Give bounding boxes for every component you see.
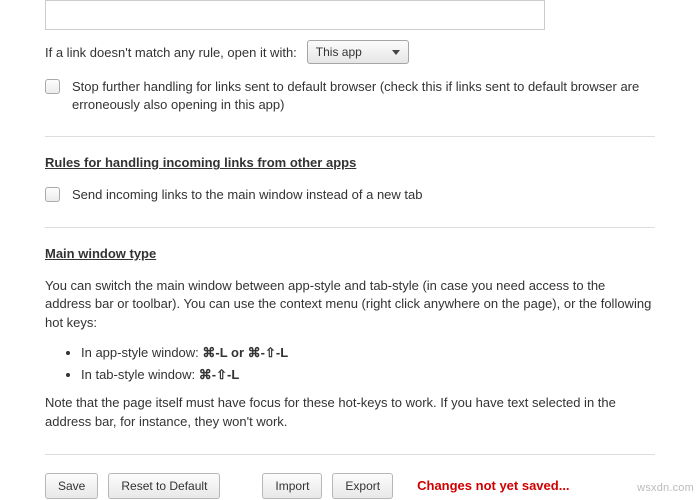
send-main-label: Send incoming links to the main window i… xyxy=(72,186,422,204)
list-item: In app-style window: ⌘-L or ⌘-⇧-L xyxy=(81,343,655,363)
send-main-checkbox[interactable] xyxy=(45,187,60,202)
watermark: wsxdn.com xyxy=(637,482,694,494)
separator xyxy=(45,227,655,228)
export-button[interactable]: Export xyxy=(332,473,393,499)
default-rule-label: If a link doesn't match any rule, open i… xyxy=(45,45,297,60)
stop-further-checkbox[interactable] xyxy=(45,79,60,94)
status-badge: Changes not yet saved... xyxy=(417,478,569,493)
hotkey-keys: ⌘-L or ⌘-⇧-L xyxy=(202,345,288,360)
main-window-intro: You can switch the main window between a… xyxy=(45,277,655,334)
save-button[interactable]: Save xyxy=(45,473,98,499)
default-app-selected: This app xyxy=(316,45,362,59)
main-window-heading: Main window type xyxy=(45,246,655,261)
settings-panel: If a link doesn't match any rule, open i… xyxy=(0,0,700,499)
send-main-row: Send incoming links to the main window i… xyxy=(45,186,655,204)
default-rule-row: If a link doesn't match any rule, open i… xyxy=(45,40,655,64)
incoming-heading: Rules for handling incoming links from o… xyxy=(45,155,655,170)
main-window-note: Note that the page itself must have focu… xyxy=(45,394,655,432)
import-button[interactable]: Import xyxy=(262,473,322,499)
footer-toolbar: Save Reset to Default Import Export Chan… xyxy=(45,473,655,499)
stop-further-row: Stop further handling for links sent to … xyxy=(45,78,655,114)
list-item: In tab-style window: ⌘-⇧-L xyxy=(81,365,655,385)
hotkey-prefix: In tab-style window: xyxy=(81,367,199,382)
rules-textarea[interactable] xyxy=(45,0,545,30)
hotkey-keys: ⌘-⇧-L xyxy=(199,367,240,382)
separator xyxy=(45,454,655,455)
stop-further-label: Stop further handling for links sent to … xyxy=(72,78,655,114)
hotkey-prefix: In app-style window: xyxy=(81,345,202,360)
default-app-select[interactable]: This app xyxy=(307,40,409,64)
hotkey-list: In app-style window: ⌘-L or ⌘-⇧-L In tab… xyxy=(81,343,655,384)
separator xyxy=(45,136,655,137)
reset-button[interactable]: Reset to Default xyxy=(108,473,220,499)
chevron-down-icon xyxy=(392,50,400,55)
